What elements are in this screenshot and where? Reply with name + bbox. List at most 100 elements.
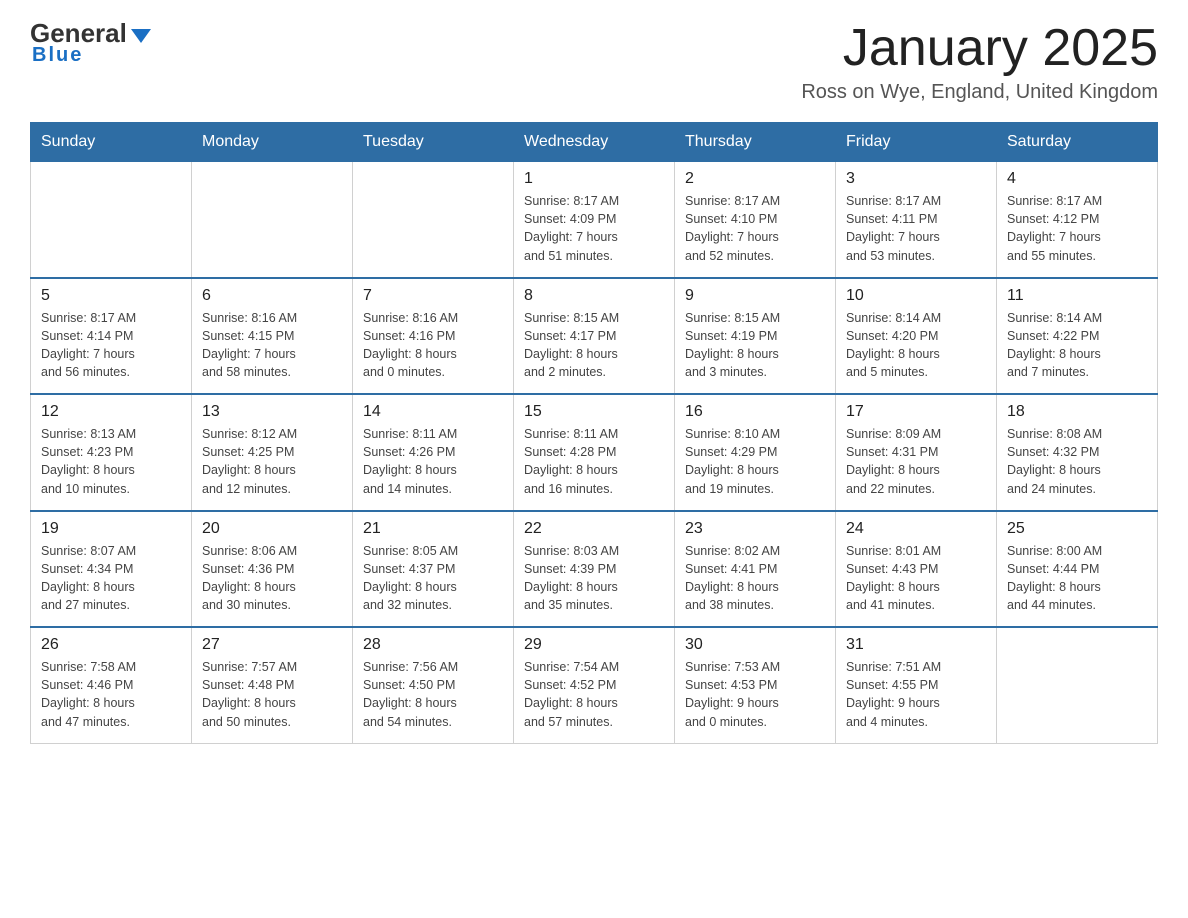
day-number: 17 — [846, 403, 986, 421]
day-info: Sunrise: 8:02 AM Sunset: 4:41 PM Dayligh… — [685, 542, 825, 615]
day-info: Sunrise: 8:15 AM Sunset: 4:17 PM Dayligh… — [524, 309, 664, 382]
title-block: January 2025 Ross on Wye, England, Unite… — [801, 20, 1158, 104]
calendar-day-cell: 22 Sunrise: 8:03 AM Sunset: 4:39 PM Dayli… — [514, 511, 675, 628]
calendar-day-cell — [192, 162, 353, 278]
day-info: Sunrise: 8:14 AM Sunset: 4:20 PM Dayligh… — [846, 309, 986, 382]
calendar-table: Sunday Monday Tuesday Wednesday Thursday… — [30, 122, 1158, 744]
calendar-day-cell: 19 Sunrise: 8:07 AM Sunset: 4:34 PM Dayli… — [31, 511, 192, 628]
day-number: 23 — [685, 520, 825, 538]
day-number: 29 — [524, 636, 664, 654]
day-info: Sunrise: 8:15 AM Sunset: 4:19 PM Dayligh… — [685, 309, 825, 382]
calendar-header-row: Sunday Monday Tuesday Wednesday Thursday… — [31, 123, 1158, 162]
col-tuesday: Tuesday — [353, 123, 514, 162]
calendar-day-cell: 30 Sunrise: 7:53 AM Sunset: 4:53 PM Dayli… — [675, 627, 836, 743]
day-info: Sunrise: 8:16 AM Sunset: 4:16 PM Dayligh… — [363, 309, 503, 382]
calendar-day-cell: 9 Sunrise: 8:15 AM Sunset: 4:19 PM Daylig… — [675, 278, 836, 395]
logo-general-text: General — [30, 20, 127, 46]
day-number: 27 — [202, 636, 342, 654]
calendar-day-cell: 18 Sunrise: 8:08 AM Sunset: 4:32 PM Dayli… — [997, 394, 1158, 511]
calendar-day-cell: 11 Sunrise: 8:14 AM Sunset: 4:22 PM Dayli… — [997, 278, 1158, 395]
logo-triangle-icon — [131, 29, 151, 43]
calendar-day-cell: 5Sunrise: 8:17 AM Sunset: 4:14 PM Daylig… — [31, 278, 192, 395]
col-thursday: Thursday — [675, 123, 836, 162]
day-info: Sunrise: 8:17 AM Sunset: 4:09 PM Dayligh… — [524, 192, 664, 265]
day-info: Sunrise: 8:12 AM Sunset: 4:25 PM Dayligh… — [202, 425, 342, 498]
calendar-day-cell: 26Sunrise: 7:58 AM Sunset: 4:46 PM Dayli… — [31, 627, 192, 743]
calendar-week-row: 5Sunrise: 8:17 AM Sunset: 4:14 PM Daylig… — [31, 278, 1158, 395]
day-info: Sunrise: 8:17 AM Sunset: 4:12 PM Dayligh… — [1007, 192, 1147, 265]
page-header: General Blue January 2025 Ross on Wye, E… — [30, 20, 1158, 104]
day-number: 9 — [685, 287, 825, 305]
day-number: 15 — [524, 403, 664, 421]
calendar-day-cell: 14 Sunrise: 8:11 AM Sunset: 4:26 PM Dayli… — [353, 394, 514, 511]
calendar-day-cell: 21 Sunrise: 8:05 AM Sunset: 4:37 PM Dayli… — [353, 511, 514, 628]
day-info: Sunrise: 7:57 AM Sunset: 4:48 PM Dayligh… — [202, 658, 342, 731]
day-number: 18 — [1007, 403, 1147, 421]
day-info: Sunrise: 8:05 AM Sunset: 4:37 PM Dayligh… — [363, 542, 503, 615]
day-number: 4 — [1007, 170, 1147, 188]
day-info: Sunrise: 7:56 AM Sunset: 4:50 PM Dayligh… — [363, 658, 503, 731]
calendar-week-row: 26Sunrise: 7:58 AM Sunset: 4:46 PM Dayli… — [31, 627, 1158, 743]
day-info: Sunrise: 7:51 AM Sunset: 4:55 PM Dayligh… — [846, 658, 986, 731]
day-info: Sunrise: 7:58 AM Sunset: 4:46 PM Dayligh… — [41, 658, 181, 731]
day-info: Sunrise: 8:03 AM Sunset: 4:39 PM Dayligh… — [524, 542, 664, 615]
day-info: Sunrise: 8:07 AM Sunset: 4:34 PM Dayligh… — [41, 542, 181, 615]
day-number: 20 — [202, 520, 342, 538]
calendar-day-cell: 15 Sunrise: 8:11 AM Sunset: 4:28 PM Dayli… — [514, 394, 675, 511]
day-number: 16 — [685, 403, 825, 421]
day-number: 22 — [524, 520, 664, 538]
day-number: 11 — [1007, 287, 1147, 305]
day-number: 8 — [524, 287, 664, 305]
calendar-day-cell: 16Sunrise: 8:10 AM Sunset: 4:29 PM Dayli… — [675, 394, 836, 511]
day-info: Sunrise: 8:14 AM Sunset: 4:22 PM Dayligh… — [1007, 309, 1147, 382]
calendar-day-cell: 8 Sunrise: 8:15 AM Sunset: 4:17 PM Daylig… — [514, 278, 675, 395]
calendar-day-cell: 25 Sunrise: 8:00 AM Sunset: 4:44 PM Dayli… — [997, 511, 1158, 628]
day-number: 31 — [846, 636, 986, 654]
day-info: Sunrise: 8:09 AM Sunset: 4:31 PM Dayligh… — [846, 425, 986, 498]
calendar-week-row: 1Sunrise: 8:17 AM Sunset: 4:09 PM Daylig… — [31, 162, 1158, 278]
day-info: Sunrise: 8:00 AM Sunset: 4:44 PM Dayligh… — [1007, 542, 1147, 615]
day-info: Sunrise: 8:17 AM Sunset: 4:14 PM Dayligh… — [41, 309, 181, 382]
col-friday: Friday — [836, 123, 997, 162]
day-info: Sunrise: 8:11 AM Sunset: 4:26 PM Dayligh… — [363, 425, 503, 498]
day-info: Sunrise: 8:13 AM Sunset: 4:23 PM Dayligh… — [41, 425, 181, 498]
calendar-day-cell: 31 Sunrise: 7:51 AM Sunset: 4:55 PM Dayli… — [836, 627, 997, 743]
day-number: 30 — [685, 636, 825, 654]
calendar-day-cell: 7Sunrise: 8:16 AM Sunset: 4:16 PM Daylig… — [353, 278, 514, 395]
col-sunday: Sunday — [31, 123, 192, 162]
day-info: Sunrise: 8:08 AM Sunset: 4:32 PM Dayligh… — [1007, 425, 1147, 498]
day-info: Sunrise: 8:06 AM Sunset: 4:36 PM Dayligh… — [202, 542, 342, 615]
calendar-title: January 2025 — [801, 20, 1158, 77]
day-number: 10 — [846, 287, 986, 305]
calendar-day-cell: 10 Sunrise: 8:14 AM Sunset: 4:20 PM Dayli… — [836, 278, 997, 395]
day-info: Sunrise: 7:54 AM Sunset: 4:52 PM Dayligh… — [524, 658, 664, 731]
calendar-day-cell: 13Sunrise: 8:12 AM Sunset: 4:25 PM Dayli… — [192, 394, 353, 511]
calendar-subtitle: Ross on Wye, England, United Kingdom — [801, 81, 1158, 104]
calendar-week-row: 19 Sunrise: 8:07 AM Sunset: 4:34 PM Dayli… — [31, 511, 1158, 628]
logo-blue-text: Blue — [32, 44, 83, 67]
col-wednesday: Wednesday — [514, 123, 675, 162]
calendar-day-cell: 29 Sunrise: 7:54 AM Sunset: 4:52 PM Dayli… — [514, 627, 675, 743]
calendar-day-cell: 12Sunrise: 8:13 AM Sunset: 4:23 PM Dayli… — [31, 394, 192, 511]
day-number: 14 — [363, 403, 503, 421]
day-number: 3 — [846, 170, 986, 188]
day-info: Sunrise: 8:11 AM Sunset: 4:28 PM Dayligh… — [524, 425, 664, 498]
logo: General Blue — [30, 20, 151, 67]
calendar-day-cell: 1Sunrise: 8:17 AM Sunset: 4:09 PM Daylig… — [514, 162, 675, 278]
day-number: 6 — [202, 287, 342, 305]
day-number: 2 — [685, 170, 825, 188]
calendar-day-cell: 17 Sunrise: 8:09 AM Sunset: 4:31 PM Dayli… — [836, 394, 997, 511]
day-number: 25 — [1007, 520, 1147, 538]
day-number: 28 — [363, 636, 503, 654]
calendar-day-cell: 28 Sunrise: 7:56 AM Sunset: 4:50 PM Dayli… — [353, 627, 514, 743]
day-info: Sunrise: 8:01 AM Sunset: 4:43 PM Dayligh… — [846, 542, 986, 615]
calendar-day-cell — [997, 627, 1158, 743]
calendar-day-cell: 6 Sunrise: 8:16 AM Sunset: 4:15 PM Daylig… — [192, 278, 353, 395]
day-number: 21 — [363, 520, 503, 538]
day-info: Sunrise: 7:53 AM Sunset: 4:53 PM Dayligh… — [685, 658, 825, 731]
col-monday: Monday — [192, 123, 353, 162]
col-saturday: Saturday — [997, 123, 1158, 162]
day-info: Sunrise: 8:16 AM Sunset: 4:15 PM Dayligh… — [202, 309, 342, 382]
calendar-day-cell: 27 Sunrise: 7:57 AM Sunset: 4:48 PM Dayli… — [192, 627, 353, 743]
day-number: 19 — [41, 520, 181, 538]
